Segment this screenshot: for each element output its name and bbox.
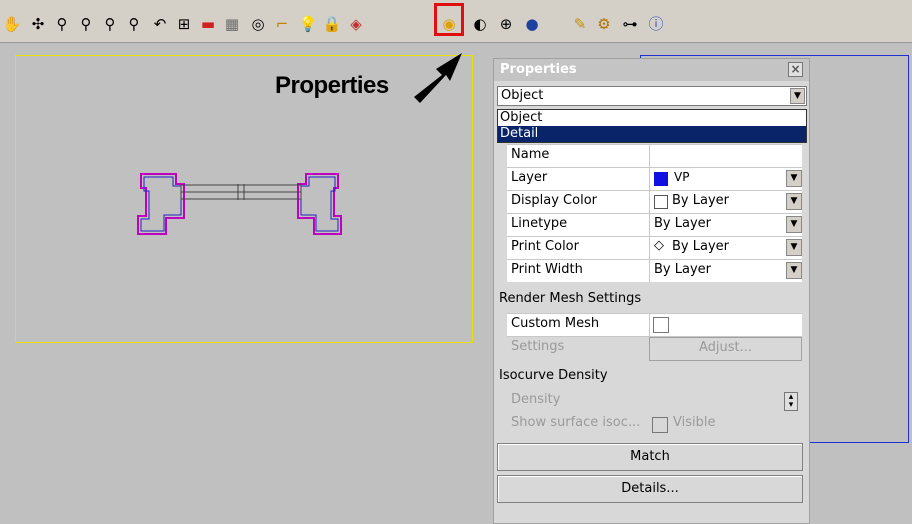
zoom-window-icon[interactable]: ⚲ (76, 14, 96, 34)
properties-panel: Properties × Object ▼ Object Detail Name… (493, 58, 810, 524)
mesh-icon[interactable]: ⊕ (496, 14, 516, 34)
property-value[interactable]: By Layer ▼ (649, 214, 802, 236)
arrow-pointer-icon (414, 53, 462, 103)
toolbar: ✋ ✣ ⚲ ⚲ ⚲ ⚲ ↶ ⊞ ▬ ▦ ◎ ⌐ 💡 🔒 ◈ ◉ ◐ ⊕ ● ✎ … (0, 0, 912, 43)
lock-icon[interactable]: 🔒 (322, 14, 342, 34)
property-row-density: Density ▴ ▾ (507, 390, 802, 413)
property-row-custom-mesh[interactable]: Custom Mesh (507, 313, 802, 336)
car-icon[interactable]: ▬ (198, 14, 218, 34)
object-type-dropdown: Object Detail (497, 109, 807, 143)
property-value[interactable]: By Layer ▼ (649, 191, 802, 213)
property-row-layer[interactable]: Layer VP ▼ (507, 167, 802, 190)
gear-icon[interactable]: ⚙ (594, 14, 614, 34)
paint-icon[interactable]: ✎ (570, 14, 590, 34)
isocurve-section-title: Isocurve Density (499, 368, 608, 383)
property-value[interactable]: VP ▼ (649, 168, 802, 190)
chevron-down-icon[interactable]: ▼ (786, 170, 802, 187)
property-label: Print Width (511, 262, 583, 277)
highlight-box (434, 3, 464, 36)
viewport-layout-icon[interactable]: ⊞ (174, 14, 194, 34)
properties-annotation: Properties (275, 72, 389, 99)
property-label: Print Color (511, 239, 579, 254)
color-swatch (654, 195, 668, 209)
window-profile-drawing (137, 173, 342, 235)
chevron-down-icon[interactable]: ▼ (786, 216, 802, 233)
rotate-view-icon[interactable]: ✣ (28, 14, 48, 34)
dropdown-item-detail[interactable]: Detail (498, 126, 806, 142)
render-mesh-section-title: Render Mesh Settings (499, 291, 642, 306)
chevron-down-icon[interactable]: ▼ (786, 239, 802, 256)
custom-mesh-checkbox[interactable] (653, 317, 669, 333)
diamond-icon: ◇ (654, 238, 664, 253)
property-row-linetype[interactable]: Linetype By Layer ▼ (507, 213, 802, 236)
help-icon[interactable]: ⓘ (646, 14, 666, 34)
zoom-icon[interactable]: ⚲ (52, 14, 72, 34)
match-button[interactable]: Match (497, 443, 803, 471)
object-type-select[interactable]: Object ▼ (497, 86, 807, 106)
options-icon[interactable]: ⊶ (620, 14, 640, 34)
object-type-value: Object (501, 88, 544, 103)
adjust-button[interactable]: Adjust... (649, 337, 802, 361)
property-value[interactable] (649, 145, 802, 167)
property-label: Name (511, 147, 550, 162)
close-icon[interactable]: × (788, 62, 803, 77)
property-label: Display Color (511, 193, 597, 208)
chevron-down-icon[interactable]: ▼ (786, 193, 802, 210)
property-label: Linetype (511, 216, 568, 231)
sphere-icon[interactable]: ◐ (470, 14, 490, 34)
layer-icon[interactable]: ◈ (346, 14, 366, 34)
detail-viewport[interactable] (15, 55, 473, 343)
grid-icon[interactable]: ▦ (222, 14, 242, 34)
property-label: Layer (511, 170, 548, 185)
visible-checkbox[interactable] (652, 417, 668, 433)
property-row-print-width[interactable]: Print Width By Layer ▼ (507, 259, 802, 282)
spinner-icon[interactable]: ▴ ▾ (784, 392, 798, 411)
target-icon[interactable]: ◎ (248, 14, 268, 34)
zoom-extents-icon[interactable]: ⚲ (100, 14, 120, 34)
property-row-name[interactable]: Name (507, 144, 802, 167)
property-value[interactable]: ◇ By Layer ▼ (649, 237, 802, 259)
chevron-down-icon[interactable]: ▼ (790, 88, 805, 104)
chevron-down-icon[interactable]: ▼ (786, 262, 802, 279)
zoom-selected-icon[interactable]: ⚲ (124, 14, 144, 34)
property-row-settings: Settings Adjust... (507, 336, 802, 361)
snap-icon[interactable]: ⌐ (272, 14, 292, 34)
light-bulb-icon[interactable]: 💡 (298, 14, 318, 34)
layer-color-swatch (654, 172, 668, 186)
dropdown-item-object[interactable]: Object (498, 110, 806, 126)
details-button[interactable]: Details... (497, 475, 803, 503)
property-value[interactable]: By Layer ▼ (649, 260, 802, 282)
panel-title: Properties (500, 62, 577, 77)
property-row-print-color[interactable]: Print Color ◇ By Layer ▼ (507, 236, 802, 259)
undo-view-icon[interactable]: ↶ (150, 14, 170, 34)
property-row-show-surface: Show surface isoc... Visible (507, 413, 802, 436)
panel-title-bar: Properties × (494, 59, 809, 81)
property-value[interactable] (649, 314, 802, 336)
property-row-display-color[interactable]: Display Color By Layer ▼ (507, 190, 802, 213)
render-icon[interactable]: ● (522, 14, 542, 34)
pan-icon[interactable]: ✋ (2, 14, 22, 34)
